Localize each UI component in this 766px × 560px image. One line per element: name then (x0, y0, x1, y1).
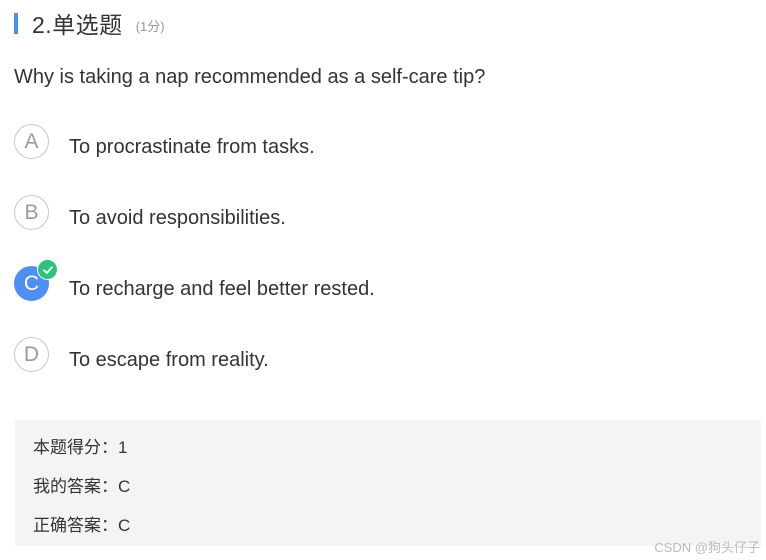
option-b-letter: B (24, 200, 39, 224)
option-c[interactable]: C To recharge and feel better rested. (14, 259, 734, 306)
correct-answer: 正确答案：C (33, 516, 131, 535)
option-b-text: To avoid responsibilities. (69, 207, 286, 229)
check-icon (42, 265, 53, 274)
option-a-letter: A (24, 129, 39, 153)
option-b-radio[interactable]: B (14, 195, 49, 230)
question-score-note: (1分) (135, 18, 165, 34)
option-c-letter: C (23, 271, 40, 295)
option-b[interactable]: B To avoid responsibilities. (14, 195, 734, 235)
option-d-letter: D (23, 342, 40, 366)
question-title: 2.单选题 (32, 12, 123, 38)
option-a[interactable]: A To procrastinate from tasks. (14, 124, 734, 164)
option-c-text: To recharge and feel better rested. (69, 278, 375, 300)
my-answer: 我的答案：C (33, 477, 131, 496)
score-result: 本题得分：1 (33, 438, 128, 457)
title-accent-bar (14, 12, 18, 34)
option-d[interactable]: D To escape from reality. (14, 337, 734, 377)
result-panel: 本题得分：1 我的答案：C 正确答案：C (15, 420, 761, 546)
check-circle-icon (37, 259, 58, 280)
option-d-radio[interactable]: D (14, 337, 49, 372)
question-stem: Why is taking a nap recommended as a sel… (14, 66, 486, 88)
option-a-text: To procrastinate from tasks. (69, 136, 315, 158)
option-d-text: To escape from reality. (69, 349, 269, 371)
option-a-radio[interactable]: A (14, 124, 49, 159)
watermark: CSDN @狗头仔子 (654, 540, 760, 555)
question-header: 2.单选题 (1分) (14, 8, 165, 38)
